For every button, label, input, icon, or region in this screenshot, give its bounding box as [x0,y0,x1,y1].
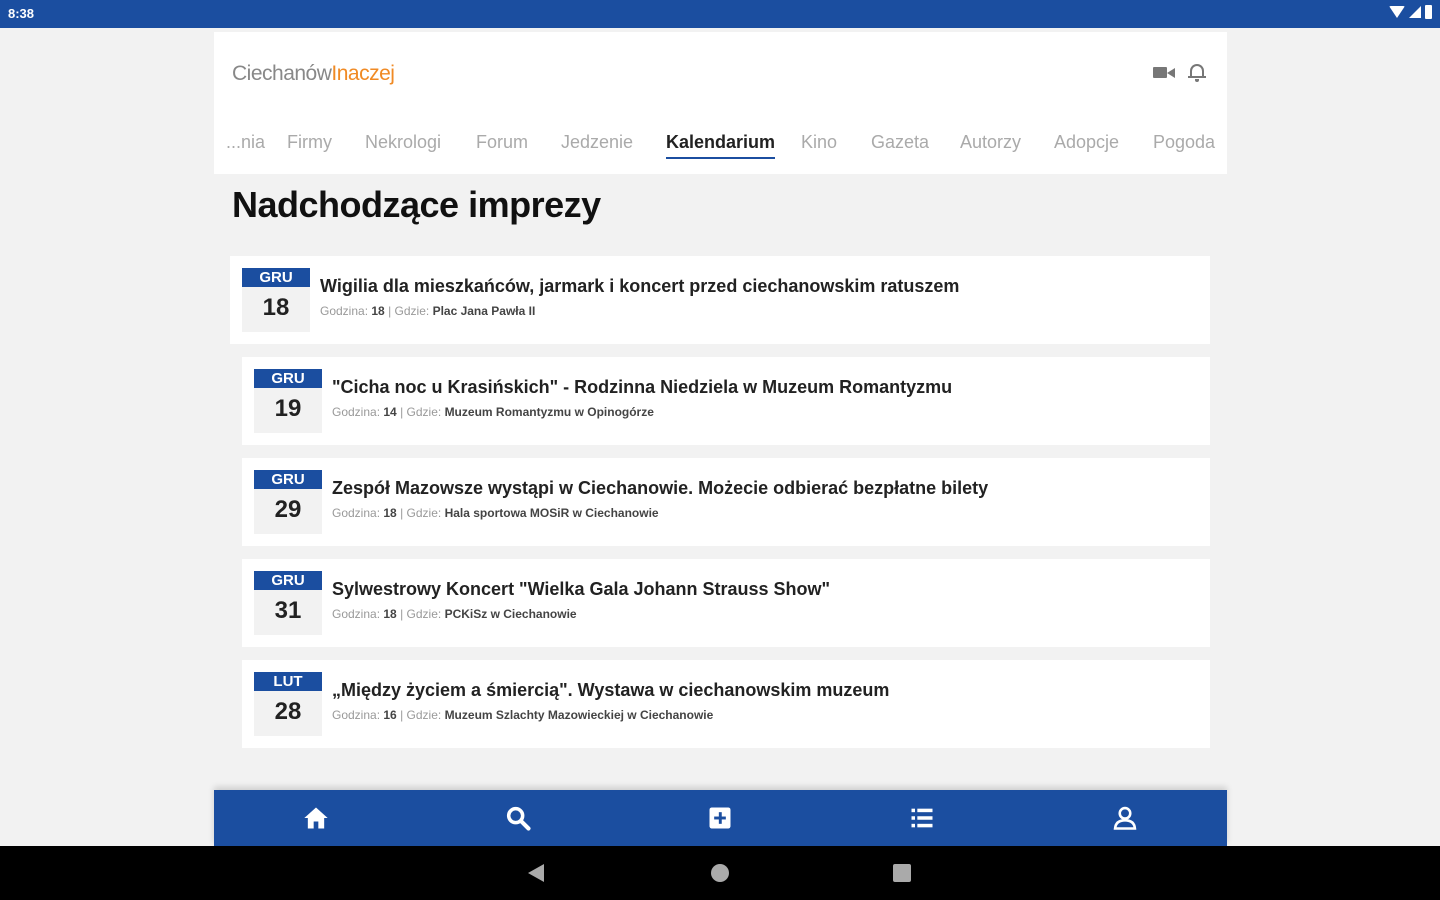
event-title[interactable]: Zespół Mazowsze wystąpi w Ciechanowie. M… [332,478,988,499]
bottom-navigation [214,790,1227,846]
event-date: GRU 19 [254,369,322,433]
app-content: CiechanówInaczej ...nia Firmy Nekrologi … [214,32,1227,792]
event-month: GRU [254,571,322,590]
place-label: | Gdzie: [400,506,442,520]
event-day: 29 [274,496,302,523]
time-label: Godzina: [332,506,381,520]
event-title[interactable]: „Między życiem a śmiercią". Wystawa w ci… [332,680,889,701]
nav-search[interactable] [488,790,548,846]
event-date: GRU 18 [242,268,310,332]
category-tabs: ...nia Firmy Nekrologi Forum Jedzenie Ka… [214,122,1227,174]
event-time: 14 [383,405,397,419]
user-icon [1113,806,1137,830]
add-post-icon [709,807,731,829]
tab-firmy[interactable]: Firmy [287,132,332,153]
page-title: Nadchodzące imprezy [232,184,601,225]
event-day: 31 [274,597,302,624]
event-place: PCKiSz w Ciechanowie [444,607,577,621]
tab-nekrologi[interactable]: Nekrologi [365,132,441,153]
site-logo[interactable]: CiechanówInaczej [232,62,395,86]
tab-partial[interactable]: ...nia [226,132,265,153]
event-time: 16 [383,708,397,722]
logo-text-inaczej: Inaczej [331,62,395,85]
nav-add-post[interactable] [690,790,750,846]
tab-kalendarium[interactable]: Kalendarium [666,132,776,159]
time-label: Godzina: [320,304,369,318]
event-place: Plac Jana Pawła II [432,304,536,318]
event-title[interactable]: "Cicha noc u Krasińskich" - Rodzinna Nie… [332,377,952,398]
event-title[interactable]: Wigilia dla mieszkańców, jarmark i konce… [320,276,959,297]
system-icons [1389,5,1432,19]
logo-text-ciechanow: Ciechanów [232,62,332,85]
time-label: Godzina: [332,708,381,722]
event-day: 18 [262,294,290,321]
home-circle-icon[interactable] [711,864,729,882]
event-item[interactable]: GRU 31 Sylwestrowy Koncert "Wielka Gala … [242,559,1210,647]
search-icon [506,806,531,831]
system-navigation-bar [0,846,1440,900]
tab-pogoda[interactable]: Pogoda [1153,132,1215,153]
event-day: 19 [274,395,302,422]
event-month: GRU [242,268,310,287]
status-time: 8:38 [8,6,35,21]
event-time: 18 [371,304,385,318]
nav-home[interactable] [286,790,346,846]
event-place: Muzeum Szlachty Mazowieckiej w Ciechanow… [444,708,714,722]
nav-user[interactable] [1095,790,1155,846]
status-bar: 8:38 [0,0,1440,28]
event-time: 18 [383,506,397,520]
event-item[interactable]: GRU 18 Wigilia dla mieszkańców, jarmark … [230,256,1210,344]
battery-icon [1425,5,1432,19]
event-meta: Godzina: 18 | Gdzie: Hala sportowa MOSiR… [332,506,659,520]
nav-list[interactable] [892,790,952,846]
recents-icon[interactable] [893,864,911,882]
event-date: GRU 31 [254,571,322,635]
tab-jedzenie[interactable]: Jedzenie [561,132,633,153]
time-label: Godzina: [332,607,381,621]
signal-icon [1409,6,1421,18]
tab-adopcje[interactable]: Adopcje [1054,132,1119,153]
event-place: Muzeum Romantyzmu w Opinogórze [444,405,654,419]
event-date: GRU 29 [254,470,322,534]
event-month: GRU [254,369,322,388]
event-item[interactable]: GRU 29 Zespół Mazowsze wystąpi w Ciechan… [242,458,1210,546]
place-label: | Gdzie: [400,607,442,621]
event-place: Hala sportowa MOSiR w Ciechanowie [444,506,659,520]
place-label: | Gdzie: [400,405,442,419]
place-label: | Gdzie: [400,708,442,722]
event-day: 28 [274,698,302,725]
event-meta: Godzina: 14 | Gdzie: Muzeum Romantyzmu w… [332,405,654,419]
app-header: CiechanówInaczej ...nia Firmy Nekrologi … [214,32,1227,174]
event-meta: Godzina: 16 | Gdzie: Muzeum Szlachty Maz… [332,708,713,722]
event-time: 18 [383,607,397,621]
event-meta: Godzina: 18 | Gdzie: PCKiSz w Ciechanowi… [332,607,577,621]
tab-forum[interactable]: Forum [476,132,528,153]
tab-kino[interactable]: Kino [801,132,837,153]
place-label: | Gdzie: [388,304,430,318]
event-month: LUT [254,672,322,691]
header-actions [1153,62,1207,82]
event-meta: Godzina: 18 | Gdzie: Plac Jana Pawła II [320,304,535,318]
wifi-icon [1389,6,1405,18]
event-date: LUT 28 [254,672,322,736]
event-title[interactable]: Sylwestrowy Koncert "Wielka Gala Johann … [332,579,830,600]
event-item[interactable]: GRU 19 "Cicha noc u Krasińskich" - Rodzi… [242,357,1210,445]
time-label: Godzina: [332,405,381,419]
video-icon[interactable] [1153,63,1175,81]
tab-autorzy[interactable]: Autorzy [960,132,1021,153]
tab-gazeta[interactable]: Gazeta [871,132,929,153]
event-month: GRU [254,470,322,489]
event-item[interactable]: LUT 28 „Między życiem a śmiercią". Wysta… [242,660,1210,748]
home-icon [304,807,328,829]
bell-icon[interactable] [1187,62,1207,82]
back-icon[interactable] [528,864,544,882]
list-icon [911,808,933,828]
